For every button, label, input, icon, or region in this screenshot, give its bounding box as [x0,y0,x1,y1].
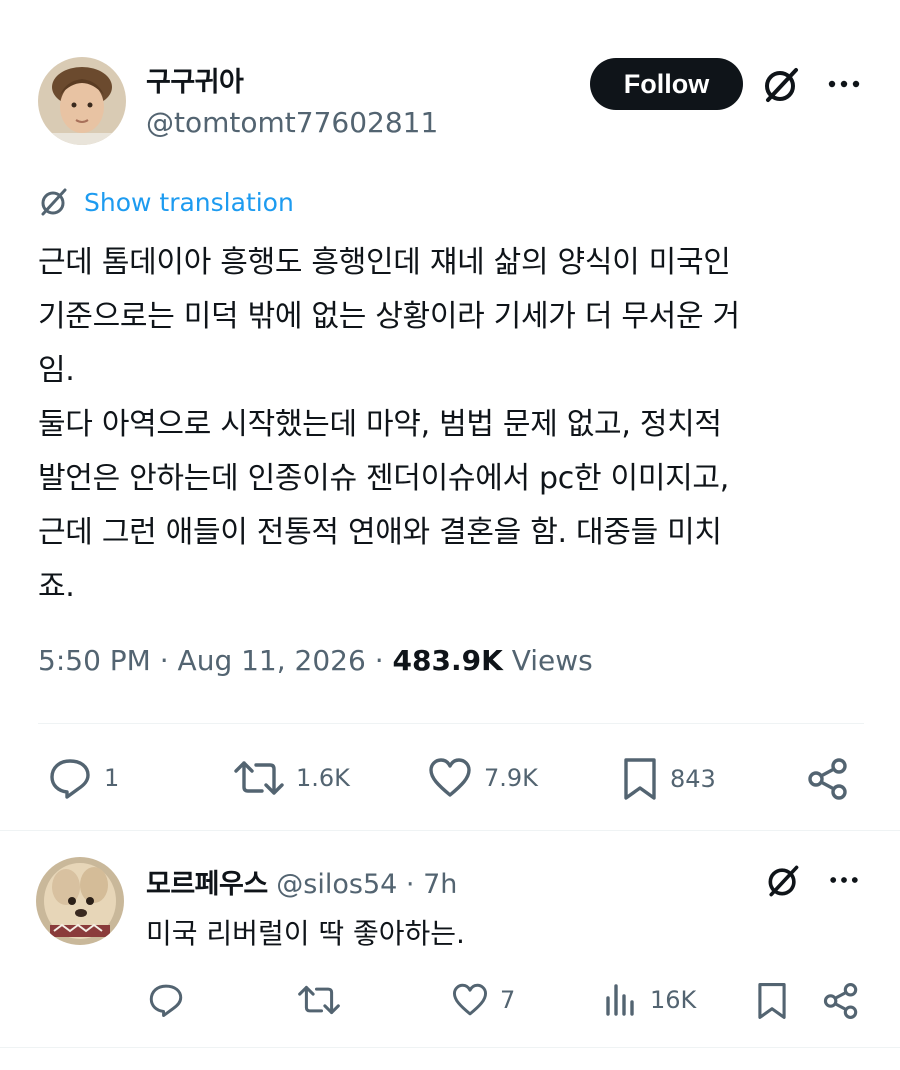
reply-count: 1 [104,764,120,792]
author-handle[interactable]: @tomtomt77602811 [146,106,438,139]
heart-icon [452,982,488,1018]
author-avatar[interactable] [38,57,126,145]
reply-share-button[interactable] [822,982,860,1020]
repost-icon [298,982,340,1018]
reply-bookmark-button[interactable] [756,982,788,1020]
bookmark-icon [756,982,788,1020]
show-translation-link[interactable]: Show translation [38,186,294,218]
share-icon [822,982,860,1020]
reply-views-count: 16K [650,986,697,1014]
reply-text: 미국 리버럴이 딱 좋아하는. [146,917,465,950]
bookmark-count: 843 [670,765,716,793]
reply-button[interactable]: 1 [48,757,119,799]
bookmark-icon [622,757,658,801]
views-icon [604,982,638,1018]
like-button[interactable]: 7.9K [428,757,538,799]
author-display-name[interactable]: 구구귀아 [146,60,244,99]
reply-author-handle[interactable]: @silos54 [276,869,397,900]
more-icon[interactable] [824,64,864,104]
repost-count: 1.6K [296,764,350,792]
views-label: Views [511,644,593,677]
repost-button[interactable]: 1.6K [234,757,350,799]
reply-header: 모르페우스 @silos54 · 7h [146,862,457,901]
divider [0,830,900,831]
tweet-time[interactable]: 5:50 PM [38,644,151,677]
tweet-meta: 5:50 PM · Aug 11, 2026 · 483.9K Views [38,644,593,677]
tweet-text: 근데 톰데이아 흥행도 흥행인데 쟤네 삶의 양식이 미국인 기준으로는 미덕 … [38,245,740,604]
share-icon [806,757,850,801]
reply-author-display-name[interactable]: 모르페우스 [146,869,268,900]
reply-repost-button[interactable] [298,982,352,1018]
tweet-date[interactable]: Aug 11, 2026 [178,644,366,677]
bookmark-button[interactable]: 843 [622,757,716,801]
reply-like-count: 7 [500,986,516,1014]
reply-time[interactable]: 7h [423,869,457,900]
divider [0,1047,900,1048]
follow-button[interactable]: Follow [590,58,743,110]
meta-separator: · [374,644,393,677]
reply-author-avatar[interactable] [36,857,124,945]
grok-icon[interactable] [760,64,802,106]
reply-reply-button[interactable] [148,982,196,1018]
reply-icon [148,982,184,1018]
divider [38,723,864,724]
share-button[interactable] [806,757,850,801]
grok-translate-icon [38,186,70,218]
heart-icon [428,757,472,799]
reply-like-button[interactable]: 7 [452,982,515,1018]
reply-views-button[interactable]: 16K [604,982,696,1018]
repost-icon [234,757,284,799]
like-count: 7.9K [484,764,538,792]
reply-icon [48,757,92,799]
show-translation-label[interactable]: Show translation [84,188,294,217]
meta-separator: · [159,644,178,677]
more-icon[interactable] [826,862,862,898]
views-count: 483.9K [392,644,503,677]
meta-separator: · [405,869,424,900]
grok-icon[interactable] [764,862,802,900]
